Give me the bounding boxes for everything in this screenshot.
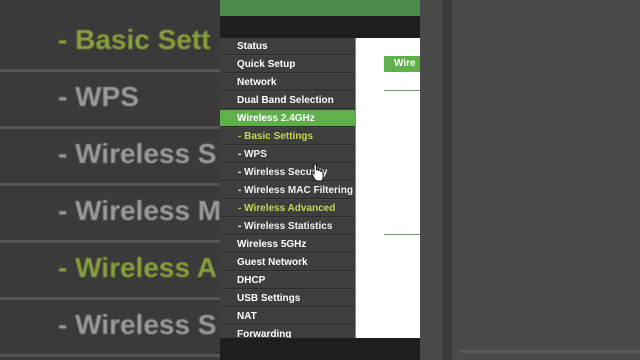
submenu-item-wireless-security[interactable]: - Wireless Security — [220, 164, 355, 181]
backdrop-row: - Wireless S — [0, 303, 220, 357]
divider — [384, 90, 420, 91]
backdrop-row: - Wireless S — [0, 132, 220, 186]
menu-item-status[interactable]: Status — [220, 38, 355, 55]
submenu-item-wireless-statistics[interactable]: - Wireless Statistics — [220, 218, 355, 235]
submenu-item-basic-settings[interactable]: - Basic Settings — [220, 128, 355, 145]
letterbox-bottom — [220, 338, 420, 360]
backdrop-row: - WPS — [0, 75, 220, 129]
blurred-backdrop-right — [420, 0, 640, 360]
backdrop-stripe — [442, 0, 452, 360]
content-panel: Wire — [356, 38, 420, 338]
menu-item-usb-settings[interactable]: USB Settings — [220, 290, 355, 307]
content-section-tab: Wire — [384, 56, 420, 72]
backdrop-row-label: - WPS — [58, 81, 139, 112]
menu-item-dual-band-selection[interactable]: Dual Band Selection — [220, 92, 355, 109]
backdrop-row-label: - Basic Sett — [58, 24, 211, 55]
divider — [384, 234, 420, 235]
submenu-item-wps[interactable]: - WPS — [220, 146, 355, 163]
menu-item-wireless-24ghz[interactable]: Wireless 2.4GHz — [220, 110, 355, 127]
backdrop-row-label: - Wireless A — [58, 252, 217, 283]
backdrop-row: - Basic Sett — [0, 18, 220, 72]
menu-item-nat[interactable]: NAT — [220, 308, 355, 325]
sidebar-menu: Status Quick Setup Network Dual Band Sel… — [220, 38, 356, 343]
hand-cursor-icon — [310, 164, 324, 182]
backdrop-line — [460, 350, 640, 353]
backdrop-row: - Wireless M — [0, 189, 220, 243]
submenu-item-wireless-mac-filtering[interactable]: - Wireless MAC Filtering — [220, 182, 355, 199]
menu-item-dhcp[interactable]: DHCP — [220, 272, 355, 289]
backdrop-row: - Wireless A — [0, 246, 220, 300]
backdrop-row-label: - Wireless S — [58, 138, 217, 169]
menu-item-network[interactable]: Network — [220, 74, 355, 91]
letterbox-top — [220, 16, 420, 38]
submenu-item-wireless-advanced[interactable]: - Wireless Advanced — [220, 200, 355, 217]
router-admin-frame: Status Quick Setup Network Dual Band Sel… — [220, 0, 420, 360]
menu-item-guest-network[interactable]: Guest Network — [220, 254, 355, 271]
menu-item-quick-setup[interactable]: Quick Setup — [220, 56, 355, 73]
menu-item-wireless-5ghz[interactable]: Wireless 5GHz — [220, 236, 355, 253]
backdrop-row-label: - Wireless M — [58, 195, 220, 226]
blurred-backdrop-left: - Basic Sett - WPS - Wireless S - Wirele… — [0, 0, 220, 360]
backdrop-row-label: - Wireless S — [58, 309, 217, 340]
